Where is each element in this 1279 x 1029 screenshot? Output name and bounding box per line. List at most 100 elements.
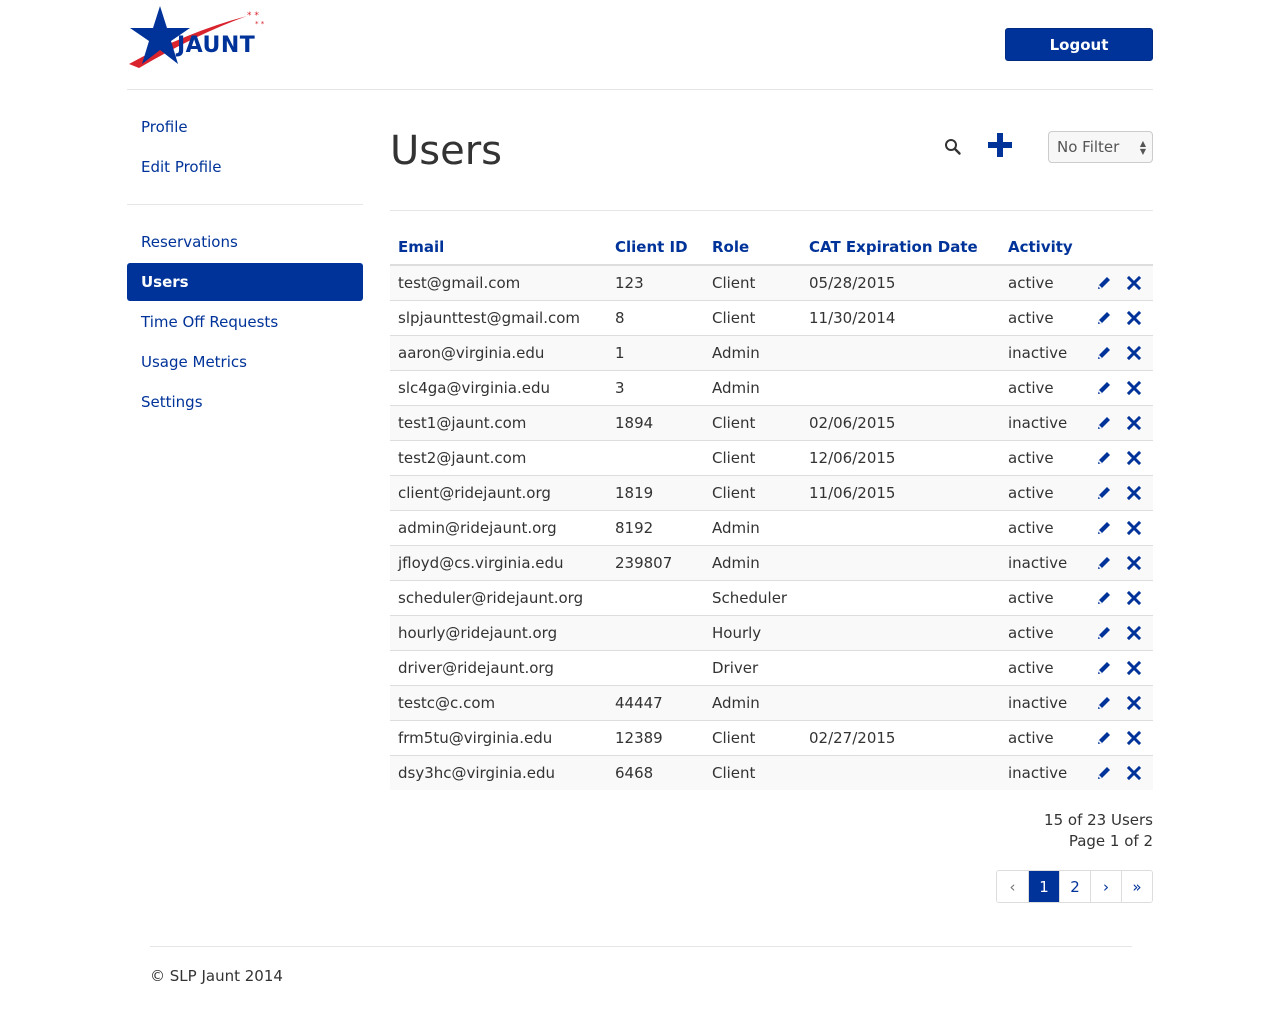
prev-page-button[interactable]: ‹ — [997, 871, 1028, 902]
table-header-row: Email Client ID Role CAT Expiration Date… — [390, 230, 1153, 266]
column-header-activity[interactable]: Activity — [1000, 230, 1088, 266]
pencil-icon[interactable] — [1096, 625, 1112, 641]
pencil-icon[interactable] — [1096, 660, 1112, 676]
pencil-icon[interactable] — [1096, 415, 1112, 431]
close-icon[interactable] — [1126, 555, 1142, 571]
close-icon[interactable] — [1126, 520, 1142, 536]
close-icon[interactable] — [1126, 660, 1142, 676]
close-icon[interactable] — [1126, 625, 1142, 641]
pencil-icon[interactable] — [1096, 345, 1112, 361]
table-row[interactable]: client@ridejaunt.org 1819 Client 11/06/2015… — [390, 474, 1153, 510]
filter-select[interactable]: No Filter ▲ ▼ — [1048, 131, 1153, 163]
column-header-role[interactable]: Role — [704, 230, 801, 266]
cell-edit — [1088, 754, 1118, 790]
next-page-button[interactable]: › — [1090, 871, 1121, 902]
cell-client-id — [607, 579, 704, 615]
column-header-cat-expiration-date[interactable]: CAT Expiration Date — [801, 230, 1000, 266]
column-header-client-id[interactable]: Client ID — [607, 230, 704, 266]
pencil-icon[interactable] — [1096, 520, 1112, 536]
table-row[interactable]: dsy3hc@virginia.edu 6468 Client inactive — [390, 754, 1153, 790]
pencil-icon[interactable] — [1096, 765, 1112, 781]
cell-delete — [1118, 649, 1153, 685]
table-row[interactable]: admin@ridejaunt.org 8192 Admin active — [390, 509, 1153, 545]
table-row[interactable]: slpjaunttest@gmail.com 8 Client 11/30/2014 a… — [390, 299, 1153, 335]
cell-edit — [1088, 439, 1118, 475]
close-icon[interactable] — [1126, 695, 1142, 711]
cell-cat-expiration-date — [801, 544, 1000, 580]
pencil-icon[interactable] — [1096, 590, 1112, 606]
pencil-icon[interactable] — [1096, 555, 1112, 571]
cell-edit — [1088, 509, 1118, 545]
sidebar-item-reservations[interactable]: Reservations — [127, 223, 363, 261]
table-row[interactable]: hourly@ridejaunt.org Hourly active — [390, 614, 1153, 650]
table-row[interactable]: aaron@virginia.edu 1 Admin inactive — [390, 334, 1153, 370]
cell-activity: inactive — [1000, 404, 1088, 440]
table-row[interactable]: testc@c.com 44447 Admin inactive — [390, 684, 1153, 720]
close-icon[interactable] — [1126, 450, 1142, 466]
table-row[interactable]: slc4ga@virginia.edu 3 Admin active — [390, 369, 1153, 405]
plus-icon[interactable] — [987, 132, 1013, 158]
pencil-icon[interactable] — [1096, 380, 1112, 396]
logout-button[interactable]: Logout — [1005, 28, 1153, 61]
close-icon[interactable] — [1126, 275, 1142, 291]
sidebar-divider — [127, 204, 363, 205]
sidebar-item-edit-profile[interactable]: Edit Profile — [127, 148, 363, 186]
pencil-icon[interactable] — [1096, 310, 1112, 326]
page-indicator: Page 1 of 2 — [1068, 832, 1153, 850]
header: * * * * JAUNT Logout — [127, 0, 1153, 90]
sidebar-item-time-off-requests[interactable]: Time Off Requests — [127, 303, 363, 341]
close-icon[interactable] — [1126, 380, 1142, 396]
close-icon[interactable] — [1126, 765, 1142, 781]
footer-divider — [150, 946, 1132, 947]
cell-cat-expiration-date — [801, 509, 1000, 545]
sidebar-item-profile[interactable]: Profile — [127, 108, 363, 146]
sidebar-item-settings[interactable]: Settings — [127, 383, 363, 421]
pencil-icon[interactable] — [1096, 730, 1112, 746]
last-page-button[interactable]: » — [1121, 871, 1152, 902]
jaunt-logo[interactable]: * * * * JAUNT — [127, 4, 277, 72]
cell-edit — [1088, 299, 1118, 335]
table-row[interactable]: test2@jaunt.com Client 12/06/2015 active — [390, 439, 1153, 475]
cell-activity: inactive — [1000, 754, 1088, 790]
cell-edit — [1088, 544, 1118, 580]
close-icon[interactable] — [1126, 310, 1142, 326]
table-row[interactable]: frm5tu@virginia.edu 12389 Client 02/27/2015… — [390, 719, 1153, 755]
pencil-icon[interactable] — [1096, 485, 1112, 501]
cell-activity: active — [1000, 439, 1088, 475]
cell-cat-expiration-date — [801, 614, 1000, 650]
cell-delete — [1118, 264, 1153, 300]
close-icon[interactable] — [1126, 345, 1142, 361]
cell-email: client@ridejaunt.org — [390, 474, 607, 510]
close-icon[interactable] — [1126, 730, 1142, 746]
cell-edit — [1088, 614, 1118, 650]
pencil-icon[interactable] — [1096, 450, 1112, 466]
page-button-2[interactable]: 2 — [1059, 871, 1090, 902]
pencil-icon[interactable] — [1096, 275, 1112, 291]
cell-delete — [1118, 474, 1153, 510]
cell-activity: inactive — [1000, 544, 1088, 580]
close-icon[interactable] — [1126, 485, 1142, 501]
column-header-email[interactable]: Email — [390, 230, 607, 266]
cell-activity: active — [1000, 579, 1088, 615]
cell-client-id — [607, 649, 704, 685]
cell-edit — [1088, 649, 1118, 685]
page-button-1[interactable]: 1 — [1028, 871, 1059, 902]
table-row[interactable]: test@gmail.com 123 Client 05/28/2015 active — [390, 264, 1153, 300]
pencil-icon[interactable] — [1096, 695, 1112, 711]
cell-client-id: 8 — [607, 299, 704, 335]
cell-client-id — [607, 439, 704, 475]
search-icon[interactable] — [944, 138, 962, 156]
table-row[interactable]: scheduler@ridejaunt.org Scheduler active — [390, 579, 1153, 615]
cell-role: Client — [704, 264, 801, 300]
cell-role: Client — [704, 439, 801, 475]
table-row[interactable]: driver@ridejaunt.org Driver active — [390, 649, 1153, 685]
cell-delete — [1118, 299, 1153, 335]
close-icon[interactable] — [1126, 590, 1142, 606]
cell-edit — [1088, 684, 1118, 720]
cell-delete — [1118, 334, 1153, 370]
sidebar-item-usage-metrics[interactable]: Usage Metrics — [127, 343, 363, 381]
table-row[interactable]: test1@jaunt.com 1894 Client 02/06/2015 inact… — [390, 404, 1153, 440]
sidebar-item-users[interactable]: Users — [127, 263, 363, 301]
close-icon[interactable] — [1126, 415, 1142, 431]
table-row[interactable]: jfloyd@cs.virginia.edu 239807 Admin inactiv… — [390, 544, 1153, 580]
